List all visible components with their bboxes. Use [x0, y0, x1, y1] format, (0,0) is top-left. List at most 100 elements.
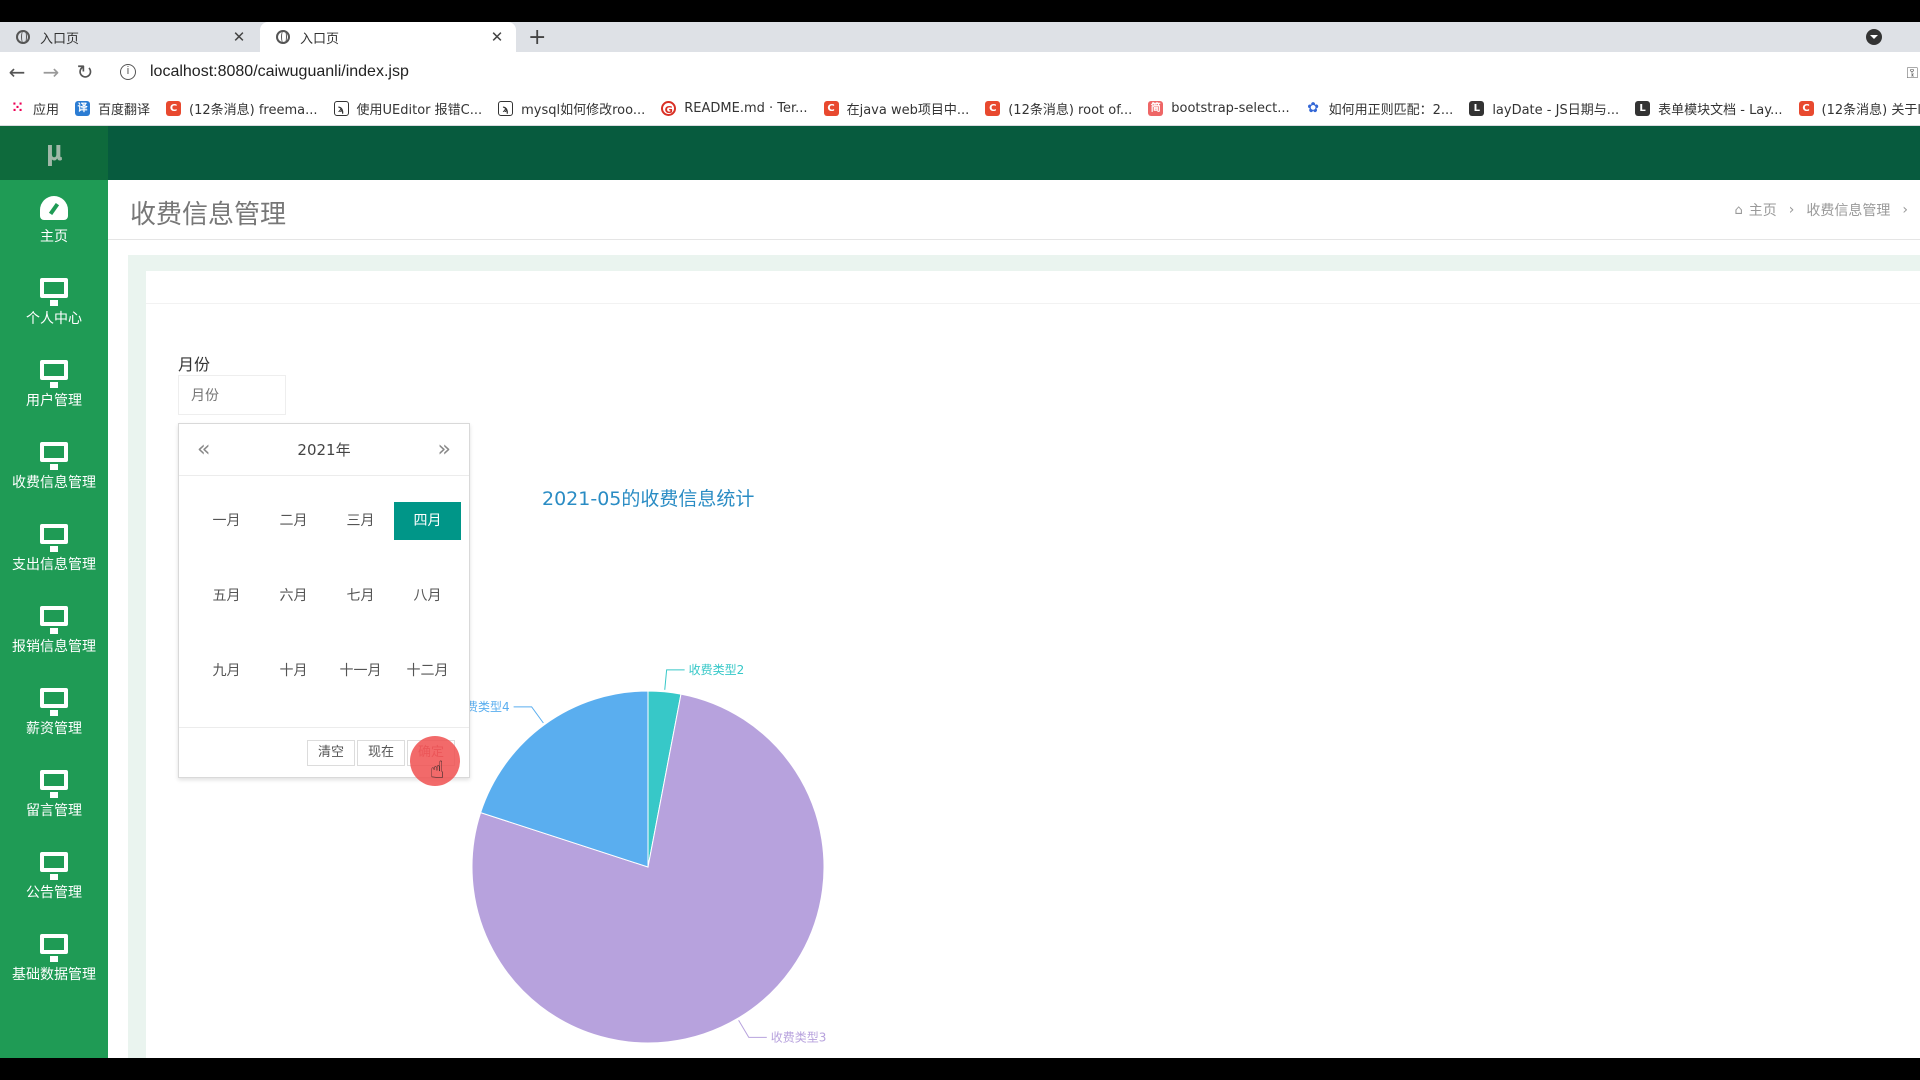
- month-option-label: 三月: [346, 513, 375, 529]
- reload-icon[interactable]: ↻: [68, 60, 102, 84]
- sidebar-item-expenses[interactable]: 支出信息管理: [0, 508, 108, 590]
- bookmark-item[interactable]: C 在java web项目中...: [823, 99, 969, 118]
- layui-icon: L: [1635, 101, 1651, 116]
- monitor-icon: [40, 524, 68, 552]
- month-option[interactable]: 六月: [260, 577, 327, 652]
- sidebar-item-home[interactable]: 主页: [0, 180, 108, 262]
- bookmark-item[interactable]: C (12条消息) root of...: [985, 99, 1132, 118]
- bookmark-item[interactable]: G README.md · Ter...: [661, 101, 808, 116]
- bookmark-apps[interactable]: ⁙ 应用: [10, 99, 59, 119]
- pie-label-line: [738, 1019, 767, 1038]
- month-option-label: 九月: [212, 663, 241, 679]
- chart-title: 2021-05的收费信息统计: [542, 488, 755, 510]
- month-option-label: 十月: [279, 663, 308, 679]
- bookmark-item[interactable]: LlayDate - JS日期与...: [1469, 99, 1619, 118]
- hand-cursor-icon: ☝: [430, 756, 445, 784]
- sidebar-item-notices[interactable]: 公告管理: [0, 836, 108, 918]
- sidebar-item-salary[interactable]: 薪资管理: [0, 672, 108, 754]
- baidu-icon: ✿: [1307, 100, 1319, 116]
- next-year-icon[interactable]: »: [438, 437, 451, 462]
- csdn-icon: C: [166, 101, 182, 116]
- month-option[interactable]: 七月: [327, 577, 394, 652]
- globe-icon: [276, 30, 290, 44]
- monitor-icon: [40, 688, 68, 716]
- address-bar[interactable]: i localhost:8080/caiwuguanli/index.jsp: [120, 63, 409, 81]
- tab-bar: 入口页 ✕ 入口页 ✕ +: [0, 22, 1920, 52]
- month-input[interactable]: [178, 375, 286, 415]
- sidebar-item-messages[interactable]: 留言管理: [0, 754, 108, 836]
- bookmark-item[interactable]: C (12条消息) freema...: [166, 99, 318, 118]
- prev-year-icon[interactable]: «: [197, 437, 210, 462]
- bookmarks-bar: ⁙ 应用 译百度翻译 C (12条消息) freema... ϡ 使用UEditor …: [0, 92, 1920, 126]
- month-option[interactable]: 八月: [394, 577, 461, 652]
- month-option-label: 七月: [346, 588, 375, 604]
- dashboard-icon: [40, 196, 68, 220]
- browser-toolbar: ← → ↻ i localhost:8080/caiwuguanli/index…: [0, 52, 1920, 92]
- sidebar-item-reimbursements[interactable]: 报销信息管理: [0, 590, 108, 672]
- pie-label: 收费类型4: [470, 700, 510, 714]
- baidu-translate-icon: 译: [75, 101, 91, 116]
- bookmark-item[interactable]: L 表单模块文档 - Lay...: [1635, 99, 1783, 118]
- monitor-icon: [40, 606, 68, 634]
- gitee-icon: G: [661, 101, 677, 116]
- mysql-icon: ϡ: [498, 101, 514, 116]
- bookmark-item[interactable]: ✿ 如何用正则匹配：2...: [1306, 99, 1453, 119]
- month-option[interactable]: 十二月: [394, 652, 461, 727]
- divider: [146, 303, 1920, 304]
- home-icon: ⌂: [1734, 202, 1743, 218]
- browser-tab-2[interactable]: 入口页 ✕: [260, 22, 516, 52]
- forward-icon[interactable]: →: [34, 60, 68, 84]
- top-navbar: [108, 126, 1920, 180]
- ueditor-icon: ϡ: [333, 101, 349, 116]
- month-option-label: 十一月: [339, 663, 382, 679]
- month-option[interactable]: 二月: [260, 502, 327, 577]
- month-option[interactable]: 四月: [394, 502, 461, 577]
- sidebar-item-charges[interactable]: 收费信息管理: [0, 426, 108, 508]
- month-option[interactable]: 一月: [193, 502, 260, 577]
- browser-tab-1[interactable]: 入口页 ✕: [0, 22, 258, 52]
- globe-icon: [16, 30, 30, 44]
- monitor-icon: [40, 278, 68, 306]
- csdn-icon: C: [985, 101, 1001, 116]
- month-option[interactable]: 三月: [327, 502, 394, 577]
- apps-icon: ⁙: [11, 100, 24, 116]
- monitor-icon: [40, 442, 68, 470]
- month-option-label: 二月: [279, 513, 308, 529]
- sidebar-item-profile[interactable]: 个人中心: [0, 262, 108, 344]
- page-title: 收费信息管理: [130, 200, 287, 230]
- close-icon[interactable]: ✕: [488, 28, 506, 46]
- month-label: 月份: [178, 355, 211, 374]
- now-button[interactable]: 现在: [357, 740, 406, 766]
- bookmark-item[interactable]: 简 bootstrap-select...: [1148, 101, 1290, 116]
- tab-title: 入口页: [40, 31, 80, 47]
- back-icon[interactable]: ←: [0, 60, 34, 84]
- breadcrumb-home[interactable]: 主页: [1749, 200, 1777, 220]
- close-icon[interactable]: ✕: [230, 28, 248, 46]
- bookmark-item[interactable]: ϡ 使用UEditor 报错C...: [333, 99, 482, 118]
- monitor-icon: [40, 934, 68, 962]
- month-option[interactable]: 十月: [260, 652, 327, 727]
- month-option-label: 十二月: [406, 663, 449, 679]
- bookmark-item[interactable]: 译百度翻译: [75, 99, 150, 118]
- pie-label: 收费类型2: [689, 663, 745, 677]
- month-option[interactable]: 九月: [193, 652, 260, 727]
- picker-header: « 2021年 »: [179, 424, 469, 476]
- sidebar-item-users[interactable]: 用户管理: [0, 344, 108, 426]
- tab-search-icon[interactable]: [1866, 29, 1882, 45]
- clear-button[interactable]: 清空: [307, 740, 356, 766]
- picker-year[interactable]: 2021年: [297, 439, 350, 460]
- new-tab-button[interactable]: +: [528, 25, 546, 50]
- bookmark-item[interactable]: C(12条消息) 关于lay: [1798, 99, 1920, 118]
- month-option[interactable]: 十一月: [327, 652, 394, 727]
- breadcrumb-current[interactable]: 收费信息管理: [1806, 200, 1890, 220]
- bookmark-item[interactable]: ϡ mysql如何修改roo...: [498, 99, 645, 118]
- sidebar-item-basic-data[interactable]: 基础数据管理: [0, 918, 108, 1000]
- logo[interactable]: μ: [0, 126, 108, 180]
- key-icon[interactable]: ⚿: [1907, 64, 1918, 82]
- month-option-label: 一月: [212, 513, 241, 529]
- sidebar: μ 主页 个人中心 用户管理 收费信息管理 支出信息管理 报销信息管理 薪资管理…: [0, 126, 108, 1058]
- info-icon[interactable]: i: [120, 64, 136, 80]
- csdn-icon: C: [1798, 101, 1814, 116]
- tab-title: 入口页: [300, 31, 340, 47]
- month-option[interactable]: 五月: [193, 577, 260, 652]
